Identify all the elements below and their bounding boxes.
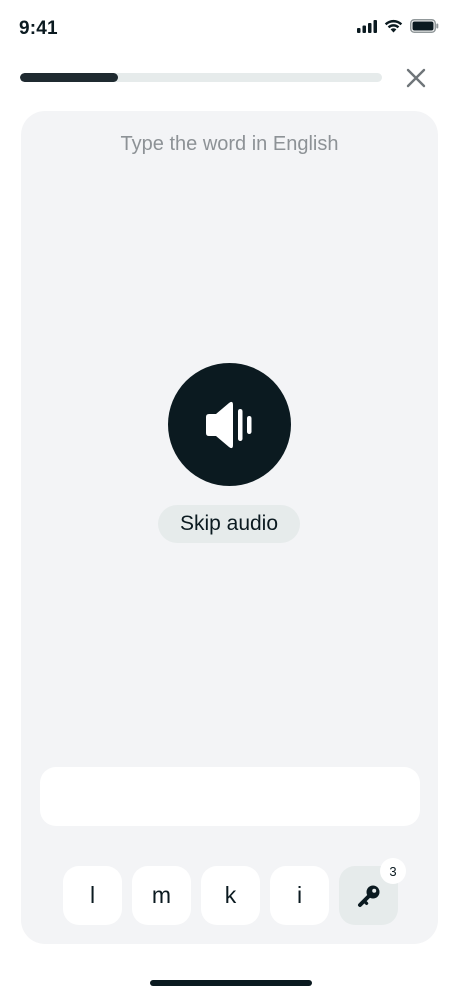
hint-count-badge: 3 bbox=[380, 858, 406, 884]
lesson-progress-bar bbox=[20, 73, 382, 82]
hint-key-button[interactable]: 3 bbox=[339, 858, 406, 925]
letter-key-k[interactable]: k bbox=[201, 866, 260, 925]
exercise-prompt: Type the word in English bbox=[120, 133, 339, 155]
app-screen: 9:41 Type the word in English Skip audio… bbox=[0, 0, 460, 997]
lesson-progress-fill bbox=[20, 73, 118, 82]
letter-key-i[interactable]: i bbox=[270, 866, 329, 925]
letter-keys: l m k i 3 bbox=[63, 858, 406, 925]
status-icons bbox=[357, 19, 439, 33]
close-icon bbox=[406, 68, 426, 88]
home-indicator bbox=[150, 980, 312, 986]
status-time: 9:41 bbox=[19, 18, 58, 39]
letter-key-l[interactable]: l bbox=[63, 866, 122, 925]
exercise-card: Type the word in English Skip audio l m … bbox=[21, 111, 438, 944]
speaker-icon bbox=[205, 401, 251, 448]
close-button[interactable] bbox=[401, 63, 431, 93]
cellular-signal-icon bbox=[357, 19, 377, 33]
play-audio-button[interactable] bbox=[168, 363, 291, 486]
key-icon bbox=[357, 885, 379, 907]
wifi-icon bbox=[384, 19, 403, 33]
status-bar: 9:41 bbox=[0, 0, 460, 56]
skip-audio-button[interactable]: Skip audio bbox=[158, 505, 300, 543]
battery-icon bbox=[410, 19, 439, 33]
answer-input[interactable] bbox=[40, 767, 420, 826]
letter-key-m[interactable]: m bbox=[132, 866, 191, 925]
